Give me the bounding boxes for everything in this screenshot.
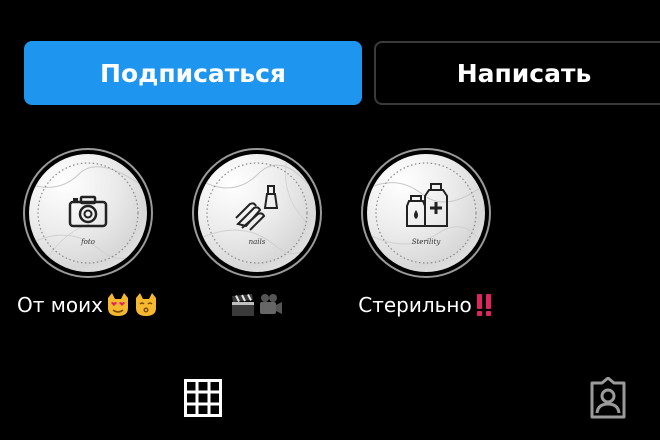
highlight-item[interactable]: foto От моих <box>17 148 156 318</box>
highlight-ring[interactable]: Sterility <box>361 148 491 278</box>
highlight-ring[interactable]: foto <box>23 148 153 278</box>
clapperboard-emoji <box>232 293 254 316</box>
double-exclamation-emoji <box>476 294 491 316</box>
highlight-label: Стерильно <box>358 292 494 318</box>
follow-button[interactable]: Подписаться <box>24 41 362 105</box>
highlight-ring[interactable]: nails <box>192 148 322 278</box>
kissing-cat-emoji <box>135 293 156 316</box>
highlight-cover-caption: foto <box>81 238 95 246</box>
grid-icon[interactable] <box>184 379 222 417</box>
highlight-label-text: Стерильно <box>358 293 472 317</box>
heart-eyes-cat-emoji <box>107 293 128 316</box>
medicine-bottles-icon <box>406 183 448 227</box>
highlight-label: От моих <box>17 292 159 318</box>
highlight-cover-caption: Sterility <box>411 238 441 246</box>
nail-polish-hand-icon <box>235 185 279 231</box>
movie-camera-emoji <box>260 294 282 314</box>
message-button[interactable]: Написать <box>374 41 660 105</box>
highlight-cover: Sterility <box>367 154 485 272</box>
highlight-cover-caption: nails <box>248 238 266 246</box>
camera-icon <box>68 195 108 228</box>
highlight-cover: nails <box>198 154 316 272</box>
highlight-cover: foto <box>29 154 147 272</box>
highlight-item[interactable]: nails <box>190 148 324 318</box>
highlight-label <box>230 292 284 318</box>
tagged-person-icon[interactable] <box>588 377 628 419</box>
highlight-item[interactable]: Sterility Стерильно <box>358 148 494 318</box>
highlight-label-text: От моих <box>17 293 103 317</box>
